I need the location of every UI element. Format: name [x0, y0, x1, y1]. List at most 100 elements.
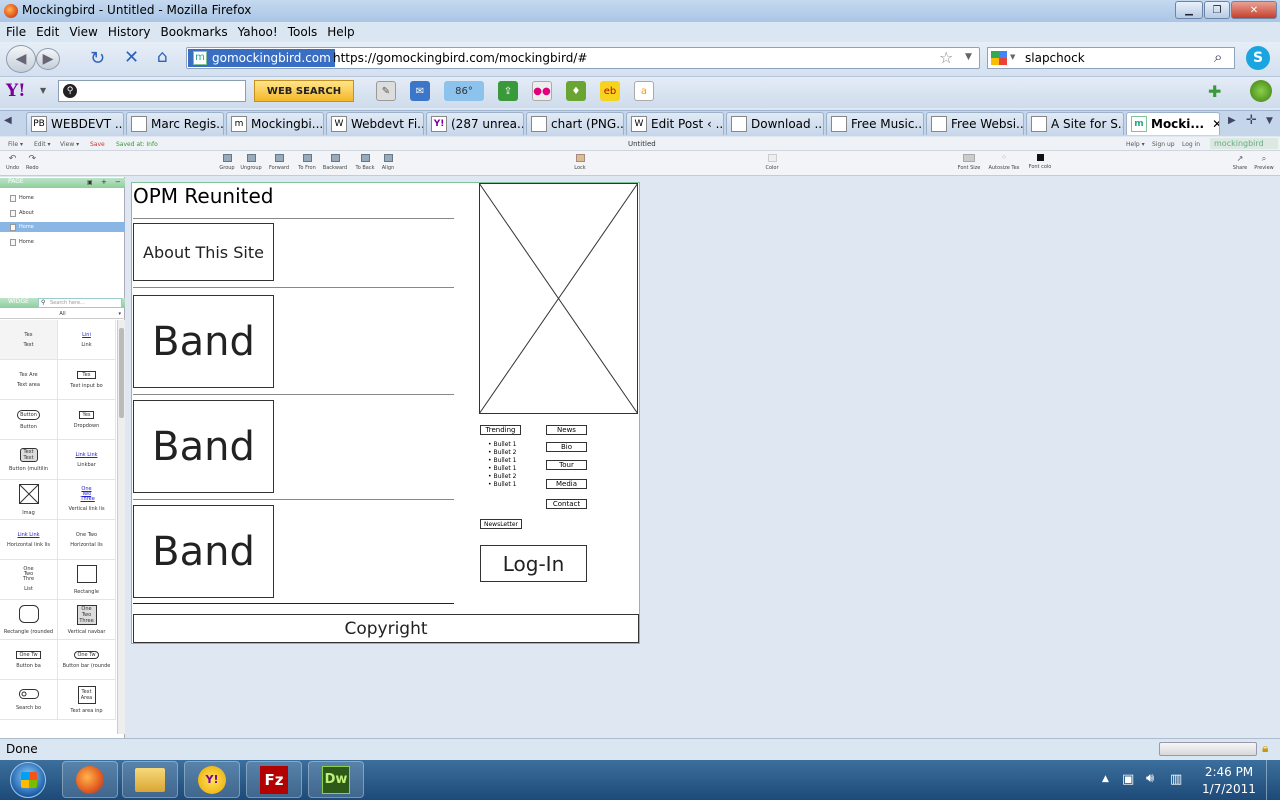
- notepad-icon[interactable]: ✎: [376, 81, 396, 101]
- tab[interactable]: W Edit Post ‹ ...: [626, 112, 724, 135]
- taskbar-yahoo-messenger[interactable]: Y!: [184, 761, 240, 798]
- tab[interactable]: Marc Regis...: [126, 112, 224, 135]
- mockup-nav-tour[interactable]: Tour: [546, 460, 587, 470]
- tray-expand-icon[interactable]: ▲: [1102, 774, 1109, 784]
- tab[interactable]: Free Music...: [826, 112, 924, 135]
- mockup-band-box[interactable]: Band: [133, 400, 274, 493]
- site-identity-button[interactable]: gomockingbird.com: [188, 49, 335, 67]
- widget-text-input[interactable]: Tex Text input bo: [58, 360, 116, 400]
- games-icon[interactable]: ♦: [566, 81, 586, 101]
- tab[interactable]: PB WEBDEVT ...: [26, 112, 124, 135]
- align-button[interactable]: Align: [380, 154, 396, 171]
- widget-text-area-input[interactable]: Text Area Text area inp: [58, 680, 116, 720]
- share-icon[interactable]: ⇪: [498, 81, 518, 101]
- widget-text-area[interactable]: Tex Are Text area: [0, 360, 58, 400]
- tray-device-icon[interactable]: ▣: [1122, 772, 1134, 787]
- page-item[interactable]: Home: [10, 193, 34, 203]
- app-save-button[interactable]: Save: [90, 141, 105, 148]
- menu-help[interactable]: Help: [327, 25, 354, 39]
- widget-button-bar-rounded[interactable]: One Tw Button bar (rounde: [58, 640, 116, 680]
- search-input[interactable]: slapchock: [1025, 51, 1085, 65]
- clock-date[interactable]: 1/7/2011: [1200, 782, 1258, 796]
- mockup-band-box[interactable]: Band: [133, 295, 274, 388]
- mockup-bullet-list[interactable]: • Bullet 1 • Bullet 2 • Bullet 1 • Bulle…: [488, 441, 516, 489]
- widget-filter-select[interactable]: All ▾: [0, 311, 125, 319]
- color-button[interactable]: Color: [764, 154, 780, 171]
- tab[interactable]: m Mockingbi...: [226, 112, 324, 135]
- reload-icon[interactable]: ↻: [90, 48, 105, 69]
- lock-button[interactable]: Lock: [572, 154, 588, 171]
- autosize-text-button[interactable]: ◇ Autosize Tex: [986, 154, 1022, 171]
- app-login-link[interactable]: Log in: [1182, 141, 1200, 148]
- amazon-icon[interactable]: a: [634, 81, 654, 101]
- page-item[interactable]: Home: [10, 237, 34, 247]
- widget-horizontal-link-list[interactable]: Link Link Horizontal link lis: [0, 520, 58, 560]
- to-back-button[interactable]: To Back: [354, 154, 376, 171]
- url-text[interactable]: https://gomockingbird.com/mockingbird/#: [333, 51, 587, 65]
- app-help-menu[interactable]: Help ▾: [1126, 141, 1145, 148]
- app-signup-link[interactable]: Sign up: [1152, 141, 1175, 148]
- widget-scrollbar-thumb[interactable]: [119, 328, 124, 418]
- tab-scroll-left-icon[interactable]: ◀: [4, 115, 12, 126]
- taskbar-firefox[interactable]: [62, 761, 118, 798]
- mockup-about-box[interactable]: About This Site: [133, 223, 274, 281]
- mockup-site-title[interactable]: OPM Reunited: [133, 184, 273, 208]
- close-button[interactable]: ✕: [1231, 1, 1277, 19]
- show-desktop-button[interactable]: [1266, 760, 1280, 800]
- mockup-nav-news[interactable]: News: [546, 425, 587, 435]
- preview-button[interactable]: ⌕ Preview: [1254, 154, 1274, 171]
- tab[interactable]: Free Websi...: [926, 112, 1024, 135]
- app-menu-view[interactable]: View ▾: [60, 141, 79, 148]
- tab[interactable]: Download ...: [726, 112, 824, 135]
- widget-scrollbar[interactable]: [117, 320, 125, 734]
- redo-button[interactable]: ↷ Redo: [26, 154, 39, 171]
- to-front-button[interactable]: To Fron: [296, 154, 318, 171]
- mockup-nav-bio[interactable]: Bio: [546, 442, 587, 452]
- mockup-trending-label[interactable]: Trending: [480, 425, 521, 435]
- backward-button[interactable]: Backward: [322, 154, 348, 171]
- start-button[interactable]: [10, 762, 46, 798]
- mockup-nav-media[interactable]: Media: [546, 479, 587, 489]
- engine-dropdown-icon[interactable]: ▼: [1010, 53, 1015, 61]
- menu-file[interactable]: File: [6, 25, 26, 39]
- flickr-icon[interactable]: ●●: [532, 81, 552, 101]
- tab-scroll-right-icon[interactable]: ▶: [1228, 115, 1236, 126]
- widget-image[interactable]: Imag: [0, 480, 58, 520]
- remove-page-icon[interactable]: −: [115, 178, 121, 186]
- search-magnifier-icon[interactable]: ⌕: [1214, 48, 1222, 66]
- page-item[interactable]: About: [10, 208, 34, 218]
- taskbar-filezilla[interactable]: Fz: [246, 761, 302, 798]
- font-size-button[interactable]: Font Size: [956, 154, 982, 171]
- font-color-button[interactable]: Font colo: [1026, 154, 1054, 170]
- taskbar-explorer[interactable]: [122, 761, 178, 798]
- maximize-button[interactable]: ❐: [1204, 1, 1230, 19]
- tab-close-icon[interactable]: ✕: [1212, 117, 1219, 131]
- add-page-icon[interactable]: +: [101, 178, 107, 186]
- app-menu-edit[interactable]: Edit ▾: [34, 141, 51, 148]
- tab[interactable]: W Webdevt Fi...: [326, 112, 424, 135]
- forward-arrow-icon[interactable]: ▶: [36, 48, 60, 70]
- group-button[interactable]: Group: [219, 154, 235, 171]
- yahoo-search-input[interactable]: ⚲: [58, 80, 246, 102]
- mockup-login-box[interactable]: Log-In: [480, 545, 587, 582]
- tab[interactable]: A Site for S...: [1026, 112, 1124, 135]
- url-dropdown-icon[interactable]: ▼: [965, 52, 972, 62]
- menu-tools[interactable]: Tools: [288, 25, 318, 39]
- mockup-canvas[interactable]: OPM Reunited About This Site Band Band B…: [131, 182, 640, 644]
- add-icon[interactable]: ✚: [1208, 82, 1221, 101]
- tab-active[interactable]: m Mocki... ✕: [1126, 112, 1220, 135]
- mockup-image-placeholder[interactable]: [478, 182, 639, 415]
- stop-icon[interactable]: ✕: [124, 47, 139, 68]
- url-bar[interactable]: gomockingbird.com m https://gomockingbir…: [186, 47, 980, 69]
- volume-icon[interactable]: 🔊︎: [1146, 771, 1154, 786]
- google-icon[interactable]: [991, 51, 1007, 65]
- page-lock-icon[interactable]: ▣: [87, 179, 93, 186]
- undo-button[interactable]: ↶ Undo: [6, 154, 19, 171]
- mockup-band-box[interactable]: Band: [133, 505, 274, 598]
- menu-view[interactable]: View: [69, 25, 97, 39]
- ebay-icon[interactable]: eb: [600, 81, 620, 101]
- settings-gear-icon[interactable]: [1250, 80, 1272, 102]
- yahoo-logo[interactable]: Y!: [6, 81, 26, 101]
- widget-link[interactable]: Lini Link: [58, 320, 116, 360]
- widget-text[interactable]: Tex Text: [0, 320, 58, 360]
